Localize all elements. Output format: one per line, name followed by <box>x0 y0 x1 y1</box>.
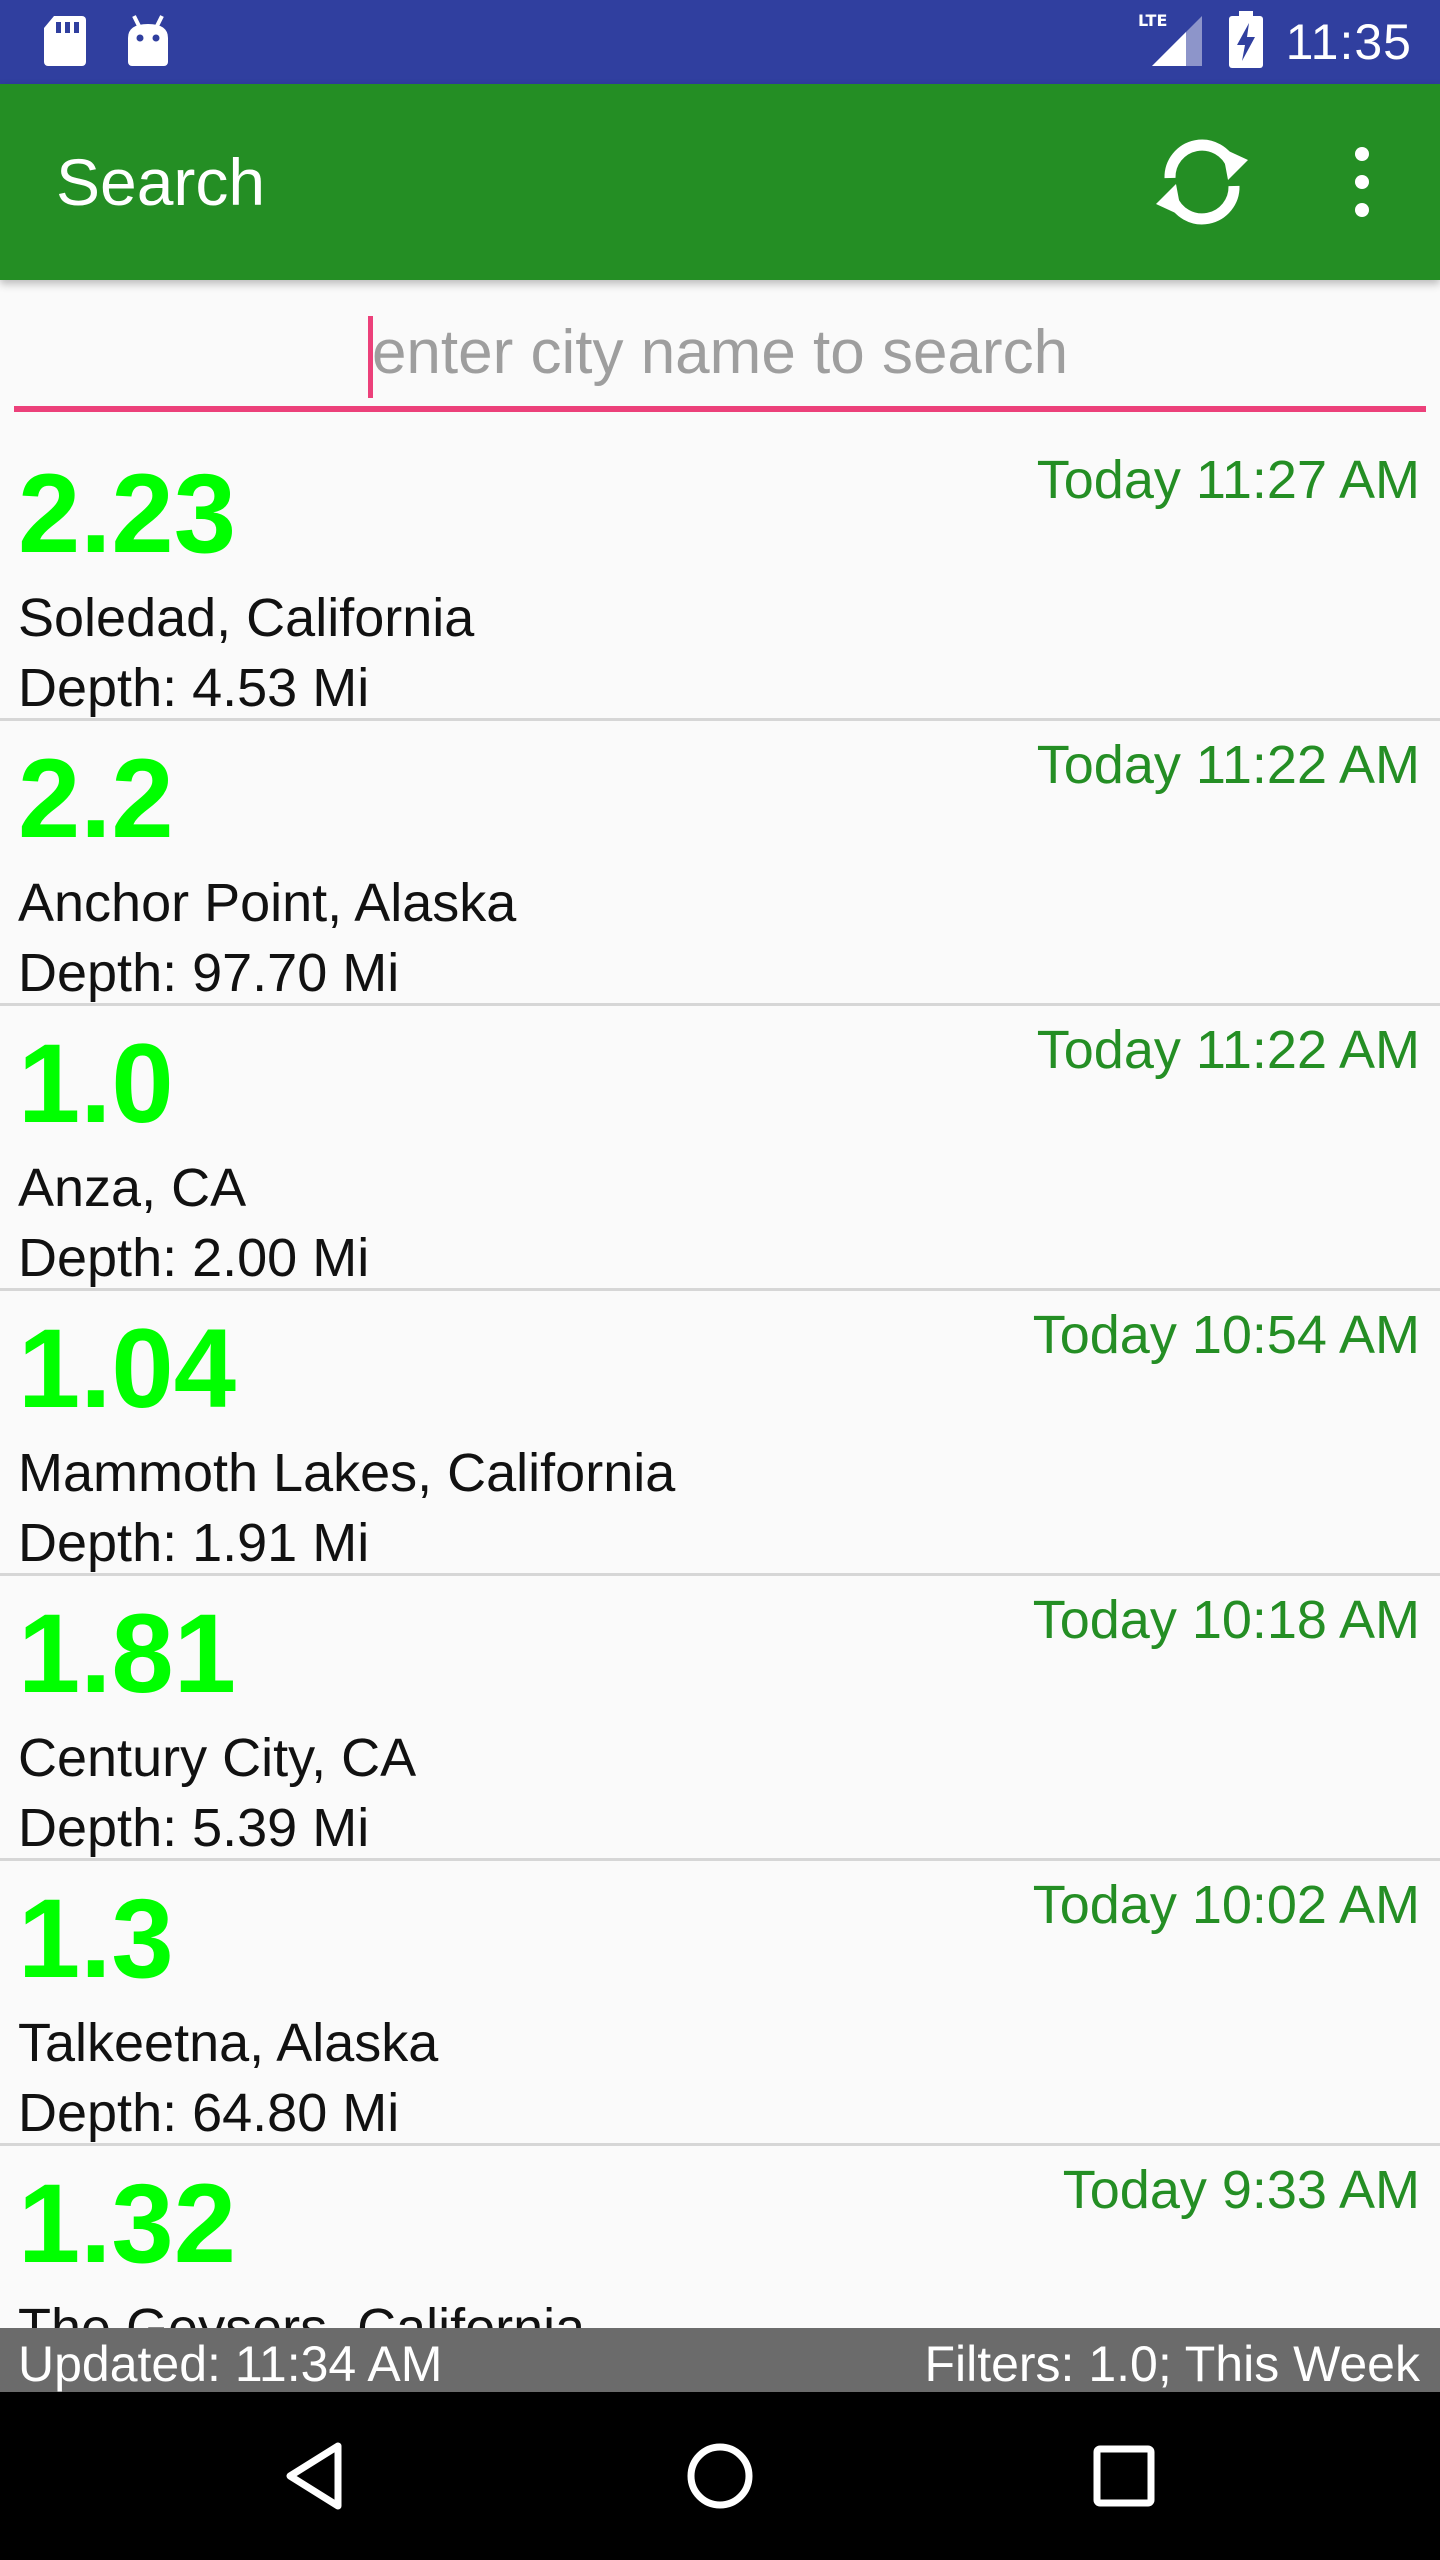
search-field <box>14 300 1426 412</box>
refresh-icon <box>1156 139 1248 225</box>
sd-card-icon <box>42 14 88 73</box>
home-button[interactable] <box>680 2436 760 2516</box>
page-title: Search <box>56 145 266 219</box>
depth-label: Depth: 64.80 Mi <box>18 2083 400 2143</box>
home-icon <box>687 2443 753 2509</box>
magnitude-label: 1.3 <box>18 1876 174 2001</box>
search-underline <box>14 406 1426 412</box>
list-item[interactable]: 1.3 Today 10:02 AM Talkeetna, Alaska Dep… <box>0 1861 1440 2146</box>
depth-label: Depth: 1.91 Mi <box>18 1513 370 1573</box>
quake-list[interactable]: 2.23 Today 11:27 AM Soledad, California … <box>0 436 1440 2328</box>
place-label: Mammoth Lakes, California <box>18 1443 676 1503</box>
depth-label: Depth: 2.00 Mi <box>18 1228 370 1288</box>
list-item[interactable]: 1.32 Today 9:33 AM The Geysers, Californ… <box>0 2146 1440 2328</box>
navigation-bar <box>0 2392 1440 2560</box>
time-label: Today 10:54 AM <box>1032 1305 1420 1365</box>
network-type-label: LTE <box>1138 11 1167 30</box>
search-input[interactable] <box>14 300 1426 404</box>
time-label: Today 11:22 AM <box>1036 735 1420 795</box>
magnitude-label: 1.81 <box>18 1591 236 1716</box>
time-label: Today 11:27 AM <box>1036 450 1420 510</box>
toolbar: Search <box>0 84 1440 280</box>
magnitude-label: 1.0 <box>18 1021 174 1146</box>
place-label: Anza, CA <box>18 1158 247 1218</box>
place-label: Century City, CA <box>18 1728 417 1788</box>
list-item[interactable]: 1.04 Today 10:54 AM Mammoth Lakes, Calif… <box>0 1291 1440 1576</box>
android-icon <box>124 14 172 73</box>
filters-label: Filters: 1.0; This Week <box>924 2336 1420 2392</box>
list-item[interactable]: 2.23 Today 11:27 AM Soledad, California … <box>0 436 1440 721</box>
time-label: Today 10:02 AM <box>1032 1875 1420 1935</box>
more-vert-icon <box>1355 147 1369 217</box>
place-label: The Geysers, California <box>18 2298 586 2328</box>
place-label: Soledad, California <box>18 588 475 648</box>
lte-signal-icon: LTE <box>1136 10 1206 75</box>
place-label: Anchor Point, Alaska <box>18 873 517 933</box>
magnitude-label: 2.2 <box>18 736 174 861</box>
depth-label: Depth: 4.53 Mi <box>18 658 370 718</box>
place-label: Talkeetna, Alaska <box>18 2013 439 2073</box>
battery-charging-icon <box>1228 10 1264 74</box>
time-label: Today 10:18 AM <box>1032 1590 1420 1650</box>
status-bar: LTE 11:35 <box>0 0 1440 84</box>
status-time: 11:35 <box>1285 14 1412 70</box>
more-options-button[interactable] <box>1320 130 1404 234</box>
recents-icon <box>1093 2445 1155 2507</box>
recents-button[interactable] <box>1084 2436 1164 2516</box>
back-icon <box>286 2442 342 2510</box>
magnitude-label: 2.23 <box>18 451 236 576</box>
text-cursor <box>368 316 373 398</box>
list-item[interactable]: 2.2 Today 11:22 AM Anchor Point, Alaska … <box>0 721 1440 1006</box>
magnitude-label: 1.32 <box>18 2161 236 2286</box>
depth-label: Depth: 5.39 Mi <box>18 1798 370 1858</box>
list-item[interactable]: 1.0 Today 11:22 AM Anza, CA Depth: 2.00 … <box>0 1006 1440 1291</box>
back-button[interactable] <box>276 2436 356 2516</box>
footer-status-bar: Updated: 11:34 AM Filters: 1.0; This Wee… <box>0 2328 1440 2392</box>
time-label: Today 9:33 AM <box>1062 2160 1420 2220</box>
updated-label: Updated: 11:34 AM <box>18 2336 443 2392</box>
list-item[interactable]: 1.81 Today 10:18 AM Century City, CA Dep… <box>0 1576 1440 1861</box>
depth-label: Depth: 97.70 Mi <box>18 943 400 1003</box>
time-label: Today 11:22 AM <box>1036 1020 1420 1080</box>
magnitude-label: 1.04 <box>18 1306 236 1431</box>
refresh-button[interactable] <box>1150 130 1254 234</box>
